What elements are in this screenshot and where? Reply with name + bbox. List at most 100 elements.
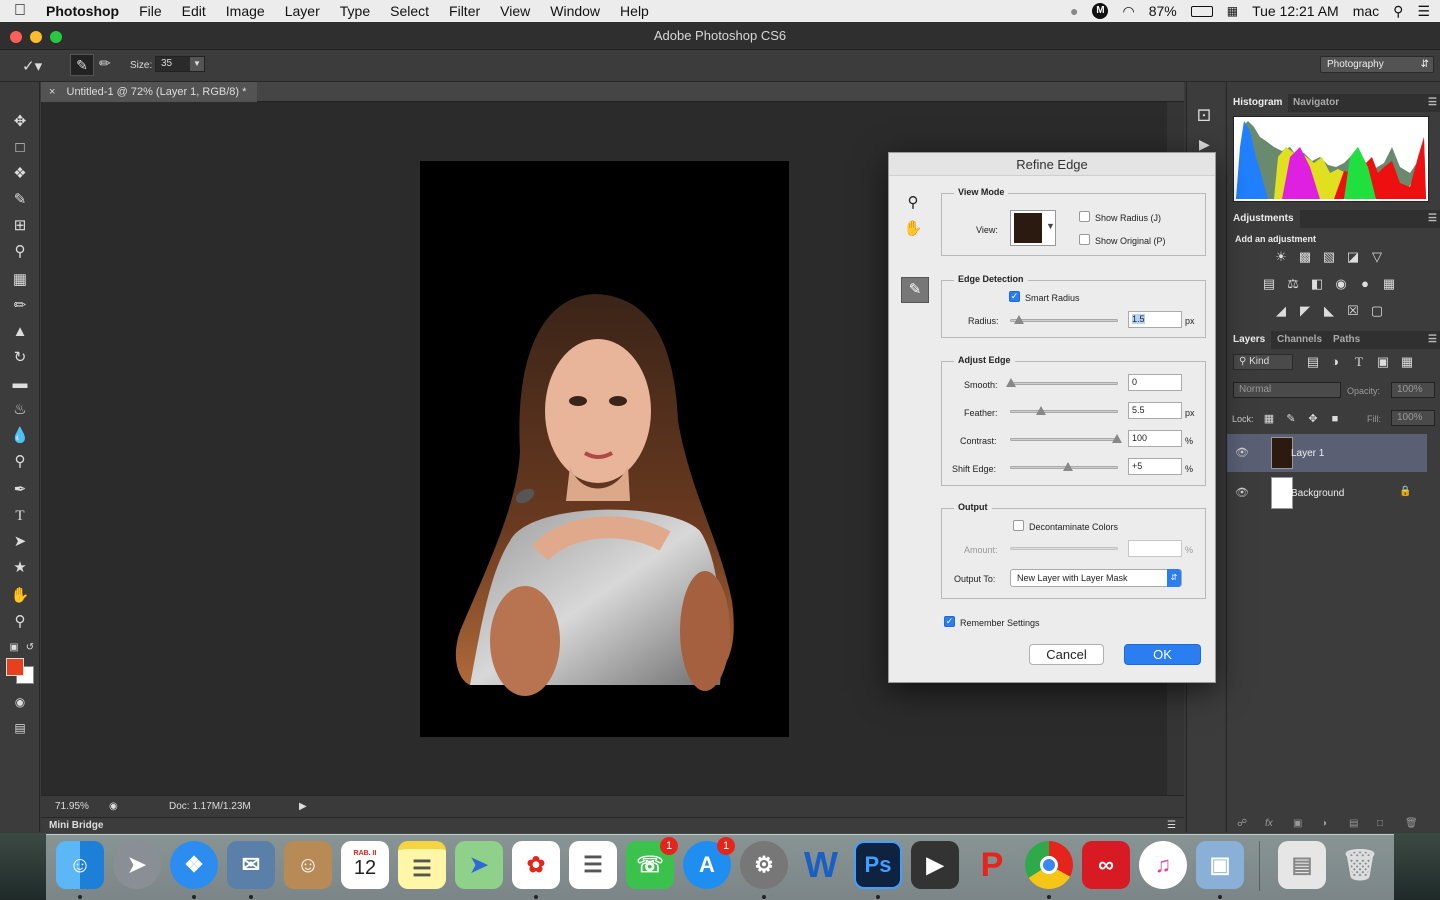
hand-tool-icon[interactable]: ✋ <box>903 219 923 239</box>
reminders-icon[interactable]: ☰ <box>569 841 617 889</box>
lock-transparent-icon[interactable]: ▦ <box>1261 412 1277 426</box>
apple-icon[interactable]:  <box>0 2 40 20</box>
tab-navigator[interactable]: Navigator <box>1287 94 1345 112</box>
filter-smart-object-icon[interactable]: ▦ <box>1399 355 1415 369</box>
feather-field[interactable]: 5.5 <box>1128 402 1182 419</box>
filter-pixel-icon[interactable]: ▤ <box>1305 355 1321 369</box>
menu-window[interactable]: Window <box>540 3 610 19</box>
malwarebytes-icon[interactable]: M <box>1092 3 1109 19</box>
contacts-icon[interactable]: ☺ <box>284 841 332 889</box>
user-name[interactable]: mac <box>1353 3 1379 19</box>
photo-filter-icon[interactable]: ◉ <box>1333 277 1349 291</box>
panel-menu-icon[interactable]: ☰ <box>1428 331 1437 349</box>
vibrance-icon[interactable]: ▽ <box>1369 250 1385 264</box>
close-window-button[interactable] <box>10 31 22 43</box>
history-panel-icon[interactable]: ⚀ <box>1197 106 1211 126</box>
radius-slider-handle[interactable] <box>1014 315 1024 324</box>
status-menu-arrow-icon[interactable]: ▶ <box>299 796 307 818</box>
tool-preset-picker[interactable]: ✓▾ <box>22 57 42 75</box>
zoom-tool-icon[interactable]: ⚲ <box>10 612 30 632</box>
layer-name[interactable]: Layer 1 <box>1291 448 1324 459</box>
app-menu[interactable]: Photoshop <box>40 3 129 19</box>
cancel-button[interactable]: Cancel <box>1029 644 1104 665</box>
new-adjustment-layer-icon[interactable]: ◑ <box>1321 818 1327 829</box>
add-mask-icon[interactable]: ▣ <box>1293 818 1302 829</box>
menu-edit[interactable]: Edit <box>172 3 216 19</box>
layer-style-icon[interactable]: fx <box>1265 818 1273 829</box>
layer-kind-filter[interactable]: ⚲ Kind <box>1233 354 1293 370</box>
powerpoint-like-icon[interactable]: P <box>968 841 1016 889</box>
view-mode-picker[interactable]: ▼ <box>1010 210 1056 246</box>
battery-percent[interactable]: 87% <box>1149 3 1177 19</box>
menu-help[interactable]: Help <box>610 3 659 19</box>
contrast-slider[interactable] <box>1010 434 1122 443</box>
preview-icon[interactable]: ▣ <box>1196 841 1244 889</box>
notification-center-icon[interactable]: ☰ <box>1417 3 1430 20</box>
ok-button[interactable]: OK <box>1124 644 1201 665</box>
photos-icon[interactable]: ✿ <box>512 841 560 889</box>
lasso-tool-icon[interactable]: ❖ <box>10 164 30 184</box>
threshold-icon[interactable]: ◣ <box>1321 304 1337 318</box>
tab-channels[interactable]: Channels <box>1271 331 1328 349</box>
layer-row[interactable]: 👁 Layer 1 <box>1227 434 1427 472</box>
clone-stamp-tool-icon[interactable]: ▲ <box>10 322 30 342</box>
new-layer-icon[interactable]: □ <box>1377 818 1383 829</box>
menu-filter[interactable]: Filter <box>439 3 490 19</box>
pen-tool-icon[interactable]: ✒ <box>10 480 30 500</box>
photoshop-icon[interactable]: Ps <box>854 841 902 889</box>
word-icon[interactable]: W <box>797 841 845 889</box>
color-balance-icon[interactable]: ⚖ <box>1285 277 1301 291</box>
lock-all-icon[interactable]: ■ <box>1327 412 1343 426</box>
path-selection-tool-icon[interactable]: ➤ <box>10 532 30 552</box>
decontaminate-checkbox[interactable] <box>1013 520 1024 531</box>
shape-tool-icon[interactable]: ★ <box>10 558 30 578</box>
chrome-icon[interactable] <box>1025 841 1073 889</box>
swap-colors-icon[interactable]: ↺ <box>20 638 40 658</box>
invert-icon[interactable]: ◢ <box>1273 304 1289 318</box>
zoom-tool-icon[interactable]: ⚲ <box>903 193 923 213</box>
system-preferences-icon[interactable]: ⚙ <box>740 841 788 889</box>
eye-visibility-icon[interactable]: 👁 <box>1235 486 1249 499</box>
radius-field[interactable]: 1.5 <box>1128 311 1182 328</box>
tab-adjustments[interactable]: Adjustments <box>1227 210 1300 228</box>
paint-bucket-tool-icon[interactable]: ♨ <box>10 400 30 420</box>
battery-icon[interactable] <box>1190 5 1213 17</box>
menu-view[interactable]: View <box>490 3 540 19</box>
facetime-icon[interactable]: ☏ 1 <box>626 837 678 889</box>
fill-field[interactable]: 100% <box>1391 410 1435 426</box>
wifi-icon[interactable]: ◠ <box>1122 3 1134 20</box>
levels-icon[interactable]: ▩ <box>1297 250 1313 264</box>
new-group-icon[interactable]: ▤ <box>1349 818 1358 829</box>
brush-tool-icon[interactable]: ✏ <box>10 296 30 316</box>
spotlight-search-icon[interactable]: ⚲ <box>1393 3 1403 20</box>
final-cut-icon[interactable]: ▶ <box>911 841 959 889</box>
posterize-icon[interactable]: ◤ <box>1297 304 1313 318</box>
exposure-icon[interactable]: ◪ <box>1345 250 1361 264</box>
creative-cloud-icon[interactable]: ● <box>1070 3 1078 19</box>
menu-file[interactable]: File <box>129 3 172 19</box>
document-tab[interactable]: × Untitled-1 @ 72% (Layer 1, RGB/8) * <box>41 82 257 102</box>
delete-layer-icon[interactable]: 🗑 <box>1405 818 1418 829</box>
eraser-tool-icon[interactable]: ▬ <box>10 374 30 394</box>
finder-icon[interactable]: ☺ <box>56 841 104 889</box>
history-brush-tool-icon[interactable]: ↻ <box>10 348 30 368</box>
eyedropper-tool-icon[interactable]: ⚲ <box>10 242 30 262</box>
clock[interactable]: Tue 12:21 AM <box>1252 3 1339 19</box>
radius-slider[interactable] <box>1010 315 1118 324</box>
menu-type[interactable]: Type <box>330 3 380 19</box>
selective-color-icon[interactable]: ☒ <box>1345 304 1361 318</box>
link-layers-icon[interactable]: ☍ <box>1237 818 1247 829</box>
downloads-stack-icon[interactable]: ▤ <box>1278 841 1326 889</box>
remember-settings-checkbox[interactable]: ✓ <box>944 616 955 627</box>
itunes-icon[interactable]: ♫ <box>1139 841 1187 889</box>
tab-histogram[interactable]: Histogram <box>1227 94 1289 112</box>
opacity-field[interactable]: 100% <box>1391 382 1435 398</box>
brightness-contrast-icon[interactable]: ☀ <box>1273 250 1289 264</box>
curves-icon[interactable]: ▧ <box>1321 250 1337 264</box>
minimize-window-button[interactable] <box>30 31 42 43</box>
quick-mask-icon[interactable]: ◉ <box>10 692 30 712</box>
gradient-map-icon[interactable]: ▢ <box>1369 304 1385 318</box>
smart-radius-checkbox[interactable]: ✓ <box>1009 291 1020 302</box>
filter-adjustment-icon[interactable]: ◑ <box>1327 355 1343 369</box>
dodge-tool-icon[interactable]: ⚲ <box>10 452 30 472</box>
